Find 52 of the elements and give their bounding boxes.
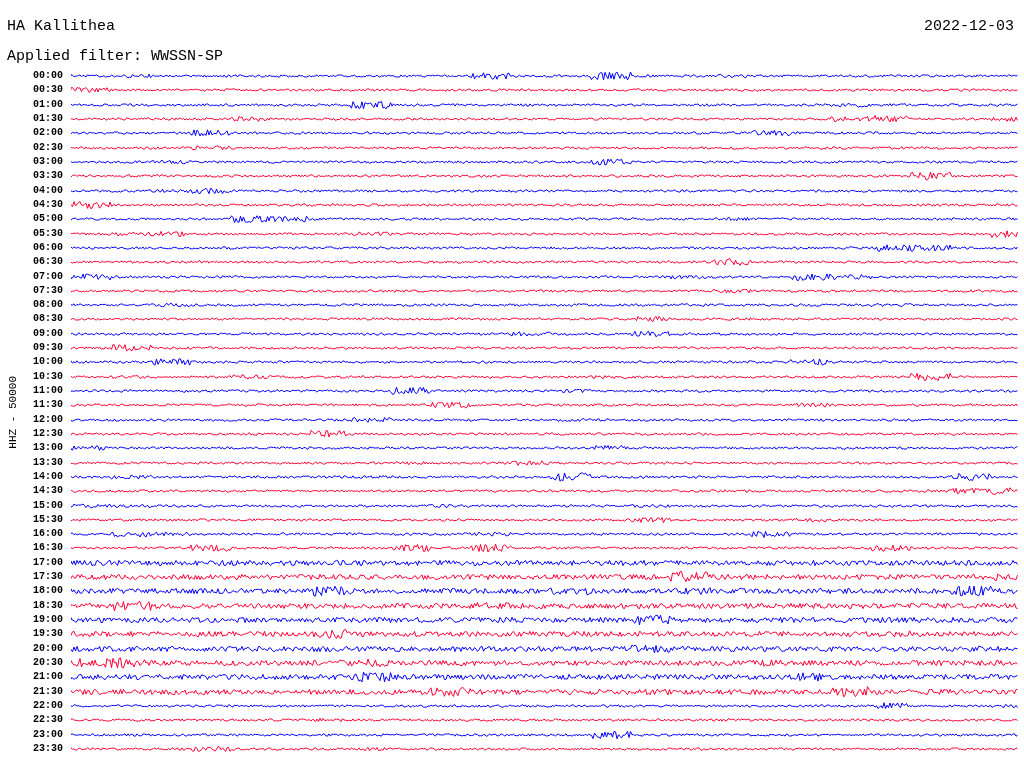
channel-scale-label: HHZ - 50000	[7, 376, 19, 449]
time-label: 12:30	[32, 427, 63, 440]
time-label: 06:30	[32, 256, 63, 269]
time-label: 03:30	[32, 170, 63, 183]
time-label: 14:30	[32, 485, 63, 498]
time-label: 23:30	[32, 742, 63, 755]
time-label: 16:30	[32, 542, 63, 555]
time-label: 03:00	[32, 156, 63, 169]
time-label: 11:30	[32, 399, 63, 412]
time-label: 16:00	[32, 528, 63, 541]
time-label: 20:30	[32, 656, 63, 669]
time-label: 21:00	[32, 671, 63, 684]
time-label: 19:30	[32, 628, 63, 641]
time-label: 08:30	[32, 313, 63, 326]
time-label: 19:00	[32, 614, 63, 627]
time-label: 17:30	[32, 571, 63, 584]
station-name: HA Kallithea	[7, 18, 116, 36]
time-label: 06:00	[32, 241, 63, 254]
time-label: 09:30	[32, 342, 63, 355]
time-label: 05:00	[32, 213, 63, 226]
time-label: 07:00	[32, 270, 63, 283]
time-label: 02:00	[32, 127, 63, 140]
filter-label: Applied filter: WWSSN-SP	[7, 48, 224, 65]
time-label: 09:00	[32, 327, 63, 340]
time-label: 23:00	[32, 728, 63, 741]
time-label: 11:00	[32, 385, 63, 398]
time-label: 22:00	[32, 699, 63, 712]
time-label: 21:30	[32, 685, 63, 698]
time-label: 08:00	[32, 299, 63, 312]
time-label: 15:30	[32, 513, 63, 526]
time-label: 01:30	[32, 113, 63, 126]
time-label: 14:00	[32, 470, 63, 483]
time-label: 18:00	[32, 585, 63, 598]
time-label: 00:30	[32, 84, 63, 97]
time-label: 13:00	[32, 442, 63, 455]
time-label: 01:00	[32, 98, 63, 111]
time-label: 20:00	[32, 642, 63, 655]
time-label: 02:30	[32, 141, 63, 154]
time-label: 18:30	[32, 599, 63, 612]
time-label: 05:30	[32, 227, 63, 240]
time-label: 10:00	[32, 356, 63, 369]
time-label: 04:30	[32, 198, 63, 211]
time-label: 10:30	[32, 370, 63, 383]
time-label: 00:00	[32, 70, 63, 83]
time-label: 13:30	[32, 456, 63, 469]
time-label: 22:30	[32, 714, 63, 727]
time-label: 07:30	[32, 284, 63, 297]
time-label: 04:00	[32, 184, 63, 197]
time-label: 15:00	[32, 499, 63, 512]
time-label: 12:00	[32, 413, 63, 426]
time-label: 17:00	[32, 556, 63, 569]
date-label: 2022-12-03	[924, 18, 1014, 36]
